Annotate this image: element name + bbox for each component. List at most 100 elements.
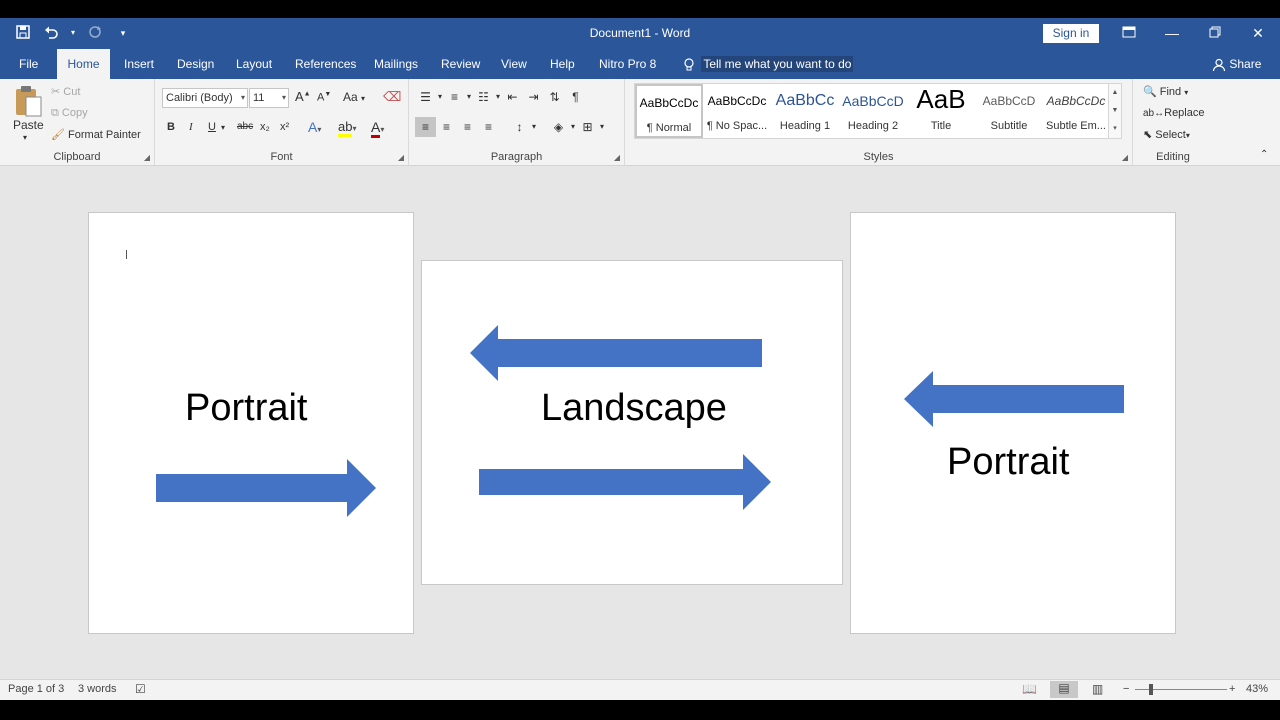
style-no-spacing[interactable]: AaBbCcDc ¶ No Spac... [703, 84, 771, 138]
chevron-down-icon[interactable]: ▾ [569, 117, 577, 137]
select-button[interactable]: ⬉ Select▾ [1143, 128, 1190, 141]
search-icon: 🔍 [1143, 86, 1157, 98]
zoom-slider-handle[interactable] [1149, 684, 1153, 695]
cut-button[interactable]: ✂ Cut [51, 85, 80, 98]
strikethrough-button[interactable]: abc [237, 121, 253, 132]
style-subtitle[interactable]: AaBbCcD Subtitle [975, 84, 1043, 138]
print-layout-icon[interactable]: ▤ [1050, 681, 1078, 698]
web-layout-icon[interactable]: ▥ [1092, 682, 1103, 696]
paragraph-launcher-icon[interactable]: ◢ [614, 153, 620, 162]
tab-view[interactable]: View [501, 49, 527, 79]
proofing-icon[interactable]: ☑ [135, 682, 146, 696]
chevron-down-icon[interactable]: ▾ [530, 117, 538, 137]
zoom-out-icon[interactable]: − [1123, 683, 1129, 695]
align-right-icon[interactable]: ≡ [457, 117, 478, 137]
style-heading-2[interactable]: AaBbCcD Heading 2 [839, 84, 907, 138]
line-spacing-icon[interactable]: ↕ [509, 117, 530, 137]
align-center-icon[interactable]: ≡ [436, 117, 457, 137]
chevron-down-icon[interactable]: ▾ [465, 87, 473, 107]
left-arrow-shape[interactable] [470, 325, 764, 381]
style-heading-1[interactable]: AaBbCc Heading 1 [771, 84, 839, 138]
minimize-icon[interactable]: — [1162, 23, 1182, 43]
align-left-icon[interactable]: ≡ [415, 117, 436, 137]
font-launcher-icon[interactable]: ◢ [398, 153, 404, 162]
grow-font-button[interactable]: A▲ [295, 89, 311, 104]
replace-button[interactable]: ab↔Replace [1143, 107, 1204, 119]
paste-button[interactable]: Paste ▾ [10, 83, 46, 145]
tab-insert[interactable]: Insert [124, 49, 154, 79]
chevron-down-icon[interactable]: ▾ [436, 87, 444, 107]
font-size-dropdown[interactable]: 11 ▾ [249, 88, 289, 108]
copy-button[interactable]: ⧉ Copy [51, 107, 88, 120]
underline-dropdown-icon[interactable]: ▾ [221, 123, 225, 132]
tab-file[interactable]: File [19, 49, 38, 79]
clear-formatting-icon[interactable]: ⌫ [383, 89, 401, 105]
font-name-dropdown[interactable]: Calibri (Body) ▾ [162, 88, 248, 108]
collapse-ribbon-icon[interactable]: ⌃ [1260, 149, 1268, 160]
justify-icon[interactable]: ≡ [478, 117, 499, 137]
format-painter-button[interactable]: 🖌 Format Painter [51, 128, 141, 141]
italic-button[interactable]: I [189, 121, 193, 133]
highlight-color-icon[interactable]: ab▾ [338, 119, 356, 137]
right-arrow-shape[interactable] [479, 454, 773, 511]
chevron-down-icon: ▾ [1184, 88, 1189, 97]
style-normal[interactable]: AaBbCcDc ¶ Normal [635, 84, 703, 138]
tab-design[interactable]: Design [177, 49, 214, 79]
style-sample: AaBbCcD [842, 93, 904, 109]
left-arrow-shape[interactable] [904, 371, 1125, 428]
scroll-down-icon[interactable]: ▼ [1109, 102, 1121, 120]
zoom-in-icon[interactable]: + [1229, 683, 1235, 695]
multilevel-list-icon[interactable]: ☷ [473, 87, 494, 107]
bullets-icon[interactable]: ☰ [415, 87, 436, 107]
clipboard-launcher-icon[interactable]: ◢ [144, 153, 150, 162]
styles-launcher-icon[interactable]: ◢ [1122, 153, 1128, 162]
decrease-indent-icon[interactable]: ⇤ [502, 87, 523, 107]
style-title[interactable]: AaB Title [907, 84, 975, 138]
tab-nitro-pro[interactable]: Nitro Pro 8 [599, 49, 656, 79]
shrink-font-button[interactable]: A▼ [317, 91, 331, 104]
share-button[interactable]: Share [1212, 49, 1261, 79]
tab-review[interactable]: Review [441, 49, 480, 79]
chevron-down-icon[interactable]: ▾ [494, 87, 502, 107]
read-mode-icon[interactable]: 📖 [1022, 682, 1037, 696]
right-arrow-shape[interactable] [156, 459, 378, 517]
numbering-icon[interactable]: ≡ [444, 87, 465, 107]
borders-icon[interactable]: ⊞ [577, 117, 598, 137]
tab-mailings[interactable]: Mailings [374, 49, 418, 79]
word-count[interactable]: 3 words [78, 683, 117, 695]
select-label: Select [1155, 129, 1186, 141]
sort-icon[interactable]: ⇅ [544, 87, 565, 107]
zoom-level[interactable]: 43% [1246, 683, 1268, 695]
scroll-up-icon[interactable]: ▲ [1109, 84, 1121, 102]
restore-icon[interactable] [1205, 23, 1225, 43]
shading-icon[interactable]: ◈ [548, 117, 569, 137]
text-effects-icon[interactable]: A▾ [308, 119, 321, 135]
tell-me-search[interactable]: Tell me what you want to do [680, 49, 854, 79]
more-styles-icon[interactable]: ▾ [1109, 120, 1121, 138]
find-button[interactable]: 🔍 Find ▾ [1143, 85, 1188, 98]
page-count[interactable]: Page 1 of 3 [8, 683, 64, 695]
page-2[interactable]: Landscape [421, 260, 843, 585]
subscript-button[interactable]: x₂ [260, 121, 270, 133]
styles-gallery-scroll[interactable]: ▲ ▼ ▾ [1108, 83, 1122, 139]
tab-help[interactable]: Help [550, 49, 575, 79]
bold-button[interactable]: B [167, 121, 175, 133]
page-3[interactable]: Portrait [850, 212, 1176, 634]
ribbon-display-options-icon[interactable] [1119, 23, 1139, 43]
sign-in-button[interactable]: Sign in [1043, 24, 1099, 43]
superscript-button[interactable]: x² [280, 121, 289, 133]
chevron-down-icon[interactable]: ▾ [598, 117, 606, 137]
tab-references[interactable]: References [295, 49, 356, 79]
font-color-icon[interactable]: A▾ [371, 119, 384, 138]
increase-indent-icon[interactable]: ⇥ [523, 87, 544, 107]
close-icon[interactable]: ✕ [1248, 23, 1268, 43]
underline-button[interactable]: U [208, 121, 216, 133]
show-formatting-marks-icon[interactable]: ¶ [565, 87, 586, 107]
tab-layout[interactable]: Layout [236, 49, 272, 79]
style-subtle-emphasis[interactable]: AaBbCcDc Subtle Em... [1043, 84, 1109, 138]
paste-dropdown-icon[interactable]: ▾ [23, 133, 27, 142]
change-case-button[interactable]: Aa ▾ [343, 90, 365, 104]
page-1[interactable]: Portrait [88, 212, 414, 634]
tab-home[interactable]: Home [57, 49, 110, 79]
